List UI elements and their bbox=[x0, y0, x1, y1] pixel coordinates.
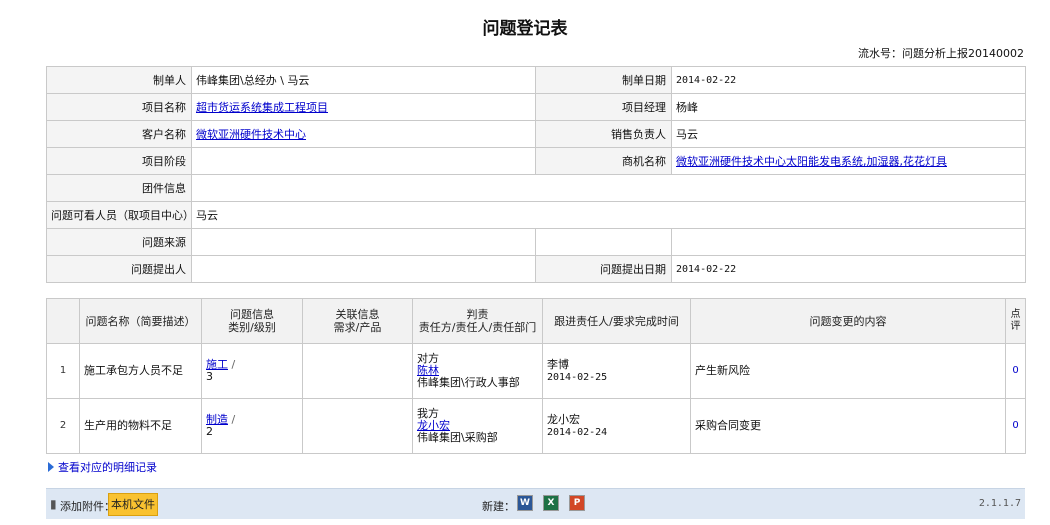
local-file-button[interactable]: 本机文件 bbox=[108, 493, 158, 516]
paperclip-icon: ▮ bbox=[50, 497, 57, 511]
powerpoint-icon[interactable]: P bbox=[569, 495, 585, 511]
issue-name: 施工承包方人员不足 bbox=[79, 343, 202, 399]
table-row: 1 施工承包方人员不足 施工 /3 对方 陈林 伟峰集团\行政人事部 李博 2014-… bbox=[46, 343, 1026, 399]
viewers-value: 马云 bbox=[191, 201, 1026, 229]
stage-label: 项目阶段 bbox=[46, 147, 192, 175]
col-relation: 关联信息 需求/产品 bbox=[302, 298, 413, 344]
issue-name: 生产用的物料不足 bbox=[79, 398, 202, 454]
row-group: 团件信息 bbox=[46, 174, 1026, 202]
report-date-label: 问题提出日期 bbox=[535, 255, 672, 283]
group-value bbox=[191, 174, 1026, 202]
info-form: 制单人 伟峰集团\总经办 \ 马云 制单日期 2014-02-22 项目名称 超… bbox=[46, 66, 1026, 283]
row-project: 项目名称 超市货运系统集成工程项目 项目经理 杨峰 bbox=[46, 93, 1026, 121]
opportunity-link[interactable]: 微软亚洲硬件技术中心太阳能发电系统,加湿器,花花灯具 bbox=[676, 155, 947, 168]
col-tracker: 跟进责任人/要求完成时间 bbox=[542, 298, 691, 344]
row-customer: 客户名称 微软亚洲硬件技术中心 销售负责人 马云 bbox=[46, 120, 1026, 148]
stage-value bbox=[191, 147, 536, 175]
change-content: 采购合同变更 bbox=[690, 398, 1006, 454]
customer-link[interactable]: 微软亚洲硬件技术中心 bbox=[196, 128, 306, 141]
source-label: 问题来源 bbox=[46, 228, 192, 256]
score-link[interactable]: 0 bbox=[1005, 398, 1026, 454]
report-date-value: 2014-02-22 bbox=[671, 255, 1026, 283]
created-date-label: 制单日期 bbox=[535, 66, 672, 94]
page-title: 问题登记表 bbox=[482, 19, 568, 39]
row-reporter: 问题提出人 问题提出日期 2014-02-22 bbox=[46, 255, 1026, 283]
excel-icon[interactable]: X bbox=[543, 495, 559, 511]
relation-cell bbox=[302, 398, 413, 454]
created-date-value: 2014-02-22 bbox=[671, 66, 1026, 94]
source-value bbox=[191, 228, 536, 256]
score-link[interactable]: 0 bbox=[1005, 343, 1026, 399]
project-manager-value: 杨峰 bbox=[671, 93, 1026, 121]
new-label: 新建： bbox=[482, 500, 515, 513]
view-detail-link[interactable]: 查看对应的明细记录 bbox=[48, 459, 157, 475]
customer-label: 客户名称 bbox=[46, 120, 192, 148]
issue-table: 问题名称（简要描述） 问题信息 类别/级别 关联信息 需求/产品 判责 责任方/责任人… bbox=[46, 298, 1026, 454]
attachment-bar: ▮ 添加附件： 本机文件 新建： W X P 2.1.1.7 bbox=[46, 488, 1025, 519]
col-name: 问题名称（简要描述） bbox=[79, 298, 202, 344]
row-source: 问题来源 bbox=[46, 228, 1026, 256]
project-name-link[interactable]: 超市货运系统集成工程项目 bbox=[196, 101, 328, 114]
sales-value: 马云 bbox=[671, 120, 1026, 148]
group-label: 团件信息 bbox=[46, 174, 192, 202]
relation-cell bbox=[302, 343, 413, 399]
row-stage: 项目阶段 商机名称 微软亚洲硬件技术中心太阳能发电系统,加湿器,花花灯具 bbox=[46, 147, 1026, 175]
table-header: 问题名称（简要描述） 问题信息 类别/级别 关联信息 需求/产品 判责 责任方/责任人… bbox=[46, 298, 1026, 344]
creator-value: 伟峰集团\总经办 \ 马云 bbox=[191, 66, 536, 94]
change-content: 产生新风险 bbox=[690, 343, 1006, 399]
reporter-value bbox=[191, 255, 536, 283]
attach-label: 添加附件： bbox=[60, 500, 115, 513]
project-manager-label: 项目经理 bbox=[535, 93, 672, 121]
triangle-right-icon bbox=[48, 462, 54, 472]
col-score: 点评 bbox=[1005, 298, 1026, 344]
row-creator: 制单人 伟峰集团\总经办 \ 马云 制单日期 2014-02-22 bbox=[46, 66, 1026, 94]
version-number: 2.1.1.7 bbox=[978, 498, 1021, 509]
col-change: 问题变更的内容 bbox=[690, 298, 1006, 344]
serial-number: 流水号：问题分析上报20140002 bbox=[858, 47, 1024, 60]
table-row: 2 生产用的物料不足 制造 /2 我方 龙小宏 伟峰集团\采购部 龙小宏 2014-0… bbox=[46, 398, 1026, 454]
col-responsibility: 判责 责任方/责任人/责任部门 bbox=[412, 298, 543, 344]
viewers-label: 问题可看人员（取项目中心） bbox=[46, 201, 192, 229]
reporter-label: 问题提出人 bbox=[46, 255, 192, 283]
word-icon[interactable]: W bbox=[517, 495, 533, 511]
opportunity-label: 商机名称 bbox=[535, 147, 672, 175]
creator-label: 制单人 bbox=[46, 66, 192, 94]
project-name-label: 项目名称 bbox=[46, 93, 192, 121]
col-info: 问题信息 类别/级别 bbox=[201, 298, 303, 344]
sales-label: 销售负责人 bbox=[535, 120, 672, 148]
row-viewers: 问题可看人员（取项目中心） 马云 bbox=[46, 201, 1026, 229]
